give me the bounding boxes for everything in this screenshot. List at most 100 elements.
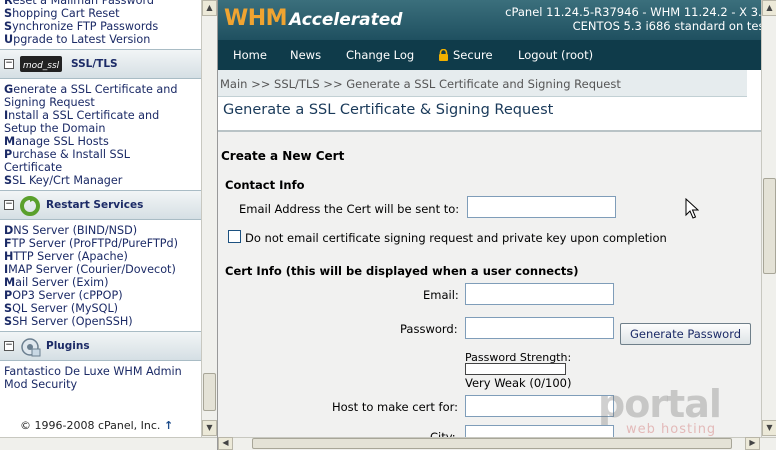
ssl-links: Generate a SSL Certificate and Signing Re… bbox=[0, 83, 201, 187]
sidebar-link[interactable]: Shopping Cart Reset bbox=[0, 7, 201, 20]
portal-watermark: portal web hosting bbox=[598, 382, 768, 442]
nav-change-log[interactable]: Change Log bbox=[346, 48, 414, 62]
password-strength-value: Very Weak (0/100) bbox=[465, 376, 572, 390]
sidebar: Reset a Mailman Password Shopping Cart Re… bbox=[0, 0, 201, 450]
sidebar-link[interactable]: Certificate bbox=[0, 161, 201, 174]
logo-sub: Accelerated bbox=[289, 10, 403, 30]
collapse-toggle[interactable]: − bbox=[4, 341, 14, 351]
sidebar-link-label: SL Key/Crt Manager bbox=[12, 174, 123, 187]
sidebar-link-label: Fantastico De Luxe WHM Admin bbox=[4, 365, 182, 378]
email-input[interactable] bbox=[465, 283, 614, 305]
mod-ssl-icon: mod_ssl bbox=[19, 54, 63, 77]
breadcrumb[interactable]: Main >> SSL/TLS >> Generate a SSL Certif… bbox=[220, 77, 621, 91]
sidebar-link-initial: M bbox=[4, 135, 16, 148]
email-label: Email: bbox=[423, 288, 459, 302]
scroll-down-icon[interactable]: ▼ bbox=[202, 420, 217, 436]
sidebar-link[interactable]: FTP Server (ProFTPd/PureFTPd) bbox=[0, 237, 201, 250]
sidebar-link[interactable]: IMAP Server (Courier/Dovecot) bbox=[0, 263, 201, 276]
sidebar-link[interactable]: HTTP Server (Apache) bbox=[0, 250, 201, 263]
os-info: CENTOS 5.3 i686 standard on test bbox=[572, 19, 769, 33]
main-vertical-scrollbar[interactable]: ▲ ▼ bbox=[761, 0, 776, 437]
plugin-icon bbox=[19, 336, 41, 361]
sidebar-link[interactable]: Mail Server (Exim) bbox=[0, 276, 201, 289]
sidebar-link-label: ynchronize FTP Passwords bbox=[12, 20, 159, 33]
email-cert-input[interactable] bbox=[467, 196, 616, 218]
watermark-line2: web hosting bbox=[626, 422, 717, 437]
arrow-up-icon[interactable]: ↑ bbox=[164, 419, 173, 432]
sidebar-link-initial: P bbox=[4, 148, 13, 161]
sidebar-link[interactable]: Mod Security bbox=[0, 378, 201, 391]
sidebar-link-initial: S bbox=[4, 302, 13, 315]
section-title: SSL/TLS bbox=[71, 58, 118, 70]
sidebar-link-initial: F bbox=[4, 237, 12, 250]
scroll-thumb[interactable] bbox=[203, 373, 216, 411]
scroll-up-icon[interactable]: ▲ bbox=[762, 0, 776, 16]
scroll-left-icon[interactable]: ◀ bbox=[218, 437, 233, 450]
whm-logo: WHM Accelerated bbox=[224, 6, 402, 31]
host-label: Host to make cert for: bbox=[332, 400, 459, 414]
plugin-links: Fantastico De Luxe WHM Admin Mod Security bbox=[0, 365, 201, 391]
collapse-toggle[interactable]: − bbox=[4, 200, 14, 210]
sidebar-link[interactable]: Manage SSL Hosts bbox=[0, 135, 201, 148]
password-input[interactable] bbox=[465, 317, 614, 339]
restart-icon bbox=[19, 195, 41, 220]
mod-ssl-icon-text: mod_ssl bbox=[23, 61, 60, 71]
sidebar-link[interactable]: Fantastico De Luxe WHM Admin bbox=[0, 365, 201, 378]
password-label: Password: bbox=[400, 322, 458, 336]
sidebar-vertical-scrollbar[interactable]: ▲ ▼ bbox=[201, 0, 217, 437]
section-plugins[interactable]: − Plugins bbox=[0, 331, 201, 361]
scroll-thumb[interactable] bbox=[763, 178, 776, 274]
sidebar-link[interactable]: Generate a SSL Certificate and bbox=[0, 83, 201, 96]
top-navigation: Home News Change Log Secure Logout (root… bbox=[218, 40, 776, 70]
sidebar-link-label: Certificate bbox=[4, 161, 63, 174]
sidebar-link[interactable]: SQL Server (MySQL) bbox=[0, 302, 201, 315]
lock-icon[interactable] bbox=[438, 48, 449, 64]
sidebar-link-label: TP Server (ProFTPd/PureFTPd) bbox=[11, 237, 178, 250]
sidebar-link-label: anage SSL Hosts bbox=[15, 135, 109, 148]
sidebar-link-label: Setup the Domain bbox=[4, 122, 106, 135]
scroll-right-icon[interactable]: ▶ bbox=[745, 437, 760, 450]
nav-secure[interactable]: Secure bbox=[453, 48, 493, 62]
section-restart-services[interactable]: − Restart Services bbox=[0, 190, 201, 220]
sidebar-link-label: TTP Server (Apache) bbox=[13, 250, 128, 263]
sidebar-link[interactable]: Reset a Mailman Password bbox=[0, 0, 201, 7]
no-email-checkbox[interactable] bbox=[228, 230, 241, 243]
generate-password-button[interactable]: Generate Password bbox=[620, 323, 751, 345]
scroll-down-icon[interactable]: ▼ bbox=[762, 420, 776, 436]
sidebar-link[interactable]: Install a SSL Certificate and bbox=[0, 109, 201, 122]
collapse-toggle[interactable]: − bbox=[4, 59, 14, 69]
sidebar-link-initial: S bbox=[4, 20, 13, 33]
scroll-up-icon[interactable]: ▲ bbox=[202, 0, 217, 16]
host-input[interactable] bbox=[465, 395, 614, 417]
sidebar-link-label: SH Server (OpenSSH) bbox=[12, 315, 133, 328]
sidebar-link-label: Signing Request bbox=[4, 96, 95, 109]
header: WHM Accelerated cPanel 11.24.5-R37946 - W… bbox=[218, 0, 776, 40]
sidebar-link[interactable]: Signing Request bbox=[0, 96, 201, 109]
sidebar-horizontal-scrollbar[interactable] bbox=[0, 437, 217, 450]
section-ssl-tls[interactable]: − mod_ssl SSL/TLS bbox=[0, 49, 201, 79]
sidebar-link[interactable]: DNS Server (BIND/NSD) bbox=[0, 224, 201, 237]
sidebar-link-label: hopping Cart Reset bbox=[12, 7, 120, 20]
logo-main: WHM bbox=[224, 6, 288, 31]
nav-home[interactable]: Home bbox=[233, 48, 267, 62]
sidebar-link-initial: H bbox=[4, 250, 14, 263]
main-horizontal-scrollbar[interactable]: ◀ ▶ bbox=[218, 437, 776, 450]
nav-news[interactable]: News bbox=[290, 48, 321, 62]
cert-info-heading: Cert Info (this will be displayed when a… bbox=[225, 264, 579, 278]
sidebar-link[interactable]: POP3 Server (cPPOP) bbox=[0, 289, 201, 302]
copyright: © 1996-2008 cPanel, Inc. ↑ bbox=[0, 419, 201, 437]
sidebar-link[interactable]: Upgrade to Latest Version bbox=[0, 33, 201, 46]
scroll-thumb[interactable] bbox=[252, 438, 732, 449]
sidebar-link-label: NS Server (BIND/NSD) bbox=[13, 224, 138, 237]
sidebar-link[interactable]: Setup the Domain bbox=[0, 122, 201, 135]
sidebar-link[interactable]: SSH Server (OpenSSH) bbox=[0, 315, 201, 328]
nav-logout[interactable]: Logout (root) bbox=[518, 48, 593, 62]
sidebar-link[interactable]: Purchase & Install SSL bbox=[0, 148, 201, 161]
sidebar-link-label: eset a Mailman Password bbox=[12, 0, 154, 7]
sidebar-link-label: enerate a SSL Certificate and bbox=[13, 83, 178, 96]
sidebar-link[interactable]: SSL Key/Crt Manager bbox=[0, 174, 201, 187]
sidebar-link[interactable]: Synchronize FTP Passwords bbox=[0, 20, 201, 33]
sidebar-link-label: ail Server (Exim) bbox=[15, 276, 109, 289]
contact-info-heading: Contact Info bbox=[225, 178, 305, 192]
sidebar-link-initial: R bbox=[4, 0, 13, 7]
